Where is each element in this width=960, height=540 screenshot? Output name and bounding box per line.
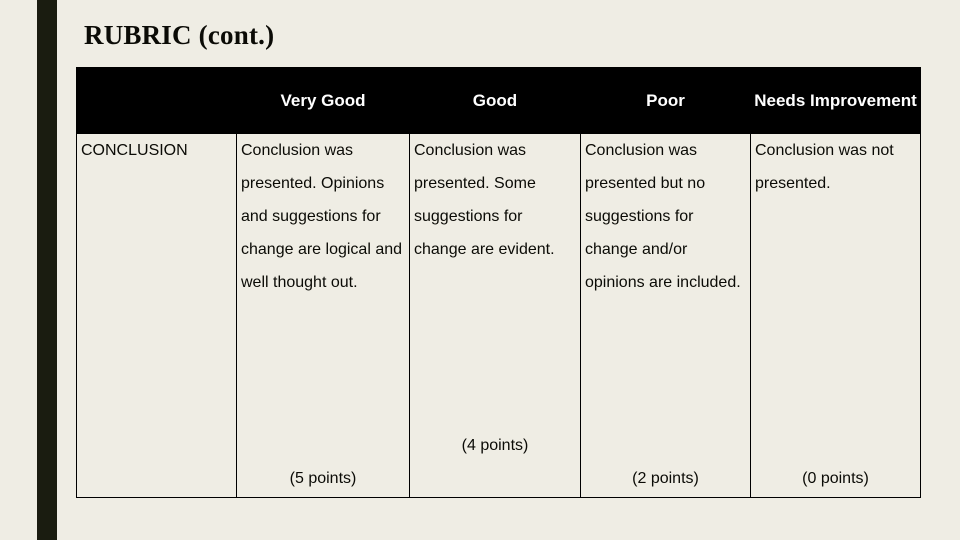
column-header-good: Good xyxy=(410,68,581,134)
table-row: CONCLUSION Conclusion was presented. Opi… xyxy=(77,134,921,498)
needs-improvement-points: (0 points) xyxy=(751,462,920,495)
very-good-points: (5 points) xyxy=(237,462,409,495)
column-header-very-good: Very Good xyxy=(237,68,410,134)
cell-criterion-conclusion: CONCLUSION xyxy=(77,134,237,498)
criterion-label: CONCLUSION xyxy=(81,134,234,167)
rubric-table: Very Good Good Poor Needs Improvement CO… xyxy=(76,67,921,498)
cell-poor-description: Conclusion was presented but no suggesti… xyxy=(581,134,751,498)
poor-description-text: Conclusion was presented but no suggesti… xyxy=(585,134,748,299)
very-good-description-text: Conclusion was presented. Opinions and s… xyxy=(241,134,407,299)
cell-good-description: Conclusion was presented. Some suggestio… xyxy=(410,134,581,498)
slide-canvas: RUBRIC (cont.) Very Good Good Poor Needs… xyxy=(0,0,960,540)
good-points: (4 points) xyxy=(410,429,580,462)
needs-improvement-description-text: Conclusion was not presented. xyxy=(755,134,918,200)
good-description-text: Conclusion was presented. Some suggestio… xyxy=(414,134,578,266)
column-header-needs-improvement: Needs Improvement xyxy=(751,68,921,134)
poor-points: (2 points) xyxy=(581,462,750,495)
decorative-left-stripe xyxy=(37,0,57,540)
table-header-row: Very Good Good Poor Needs Improvement xyxy=(77,68,921,134)
column-header-criterion xyxy=(77,68,237,134)
page-title: RUBRIC (cont.) xyxy=(84,20,274,51)
column-header-poor: Poor xyxy=(581,68,751,134)
cell-needs-improvement-description: Conclusion was not presented. (0 points) xyxy=(751,134,921,498)
cell-very-good-description: Conclusion was presented. Opinions and s… xyxy=(237,134,410,498)
